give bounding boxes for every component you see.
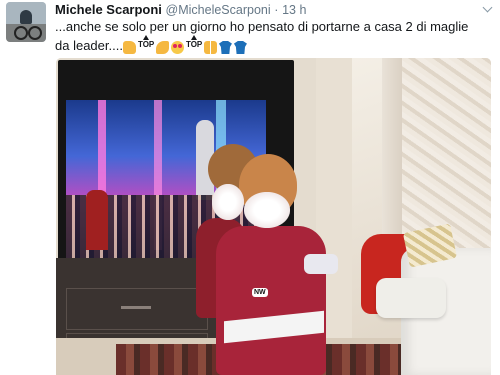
flexed-biceps-icon xyxy=(155,41,169,54)
tweet-header: Michele Scarponi @MicheleScarponi · 13 h xyxy=(55,2,306,18)
avatar-wheel xyxy=(14,26,28,40)
people-holding-hands-icon xyxy=(203,41,217,54)
avatar[interactable] xyxy=(6,2,46,42)
tv-presenter xyxy=(86,190,108,250)
thumbs-up-icon xyxy=(122,41,136,54)
face-blur xyxy=(244,192,290,228)
sofa-cushion xyxy=(376,278,446,318)
jersey-icon xyxy=(218,41,232,54)
stone-wall xyxy=(402,58,491,248)
avatar-wheel xyxy=(28,26,42,40)
emoji-row: TOP TOP xyxy=(122,35,247,54)
child-front xyxy=(216,226,326,375)
heart-eyes-icon xyxy=(170,41,184,54)
meta-separator: · xyxy=(274,3,279,17)
top-arrow-icon: TOP xyxy=(138,35,154,54)
tweet-text: ...anche se solo per un giorno ho pensat… xyxy=(55,18,475,54)
chevron-down-icon[interactable] xyxy=(482,2,493,13)
avatar-rider xyxy=(20,10,32,24)
author-name[interactable]: Michele Scarponi xyxy=(55,2,162,17)
jersey-icon xyxy=(233,41,247,54)
author-handle[interactable]: @MicheleScarponi xyxy=(166,3,271,17)
jersey-logo: NW xyxy=(252,288,268,297)
jersey-sleeve xyxy=(304,254,338,274)
cabinet-drawer xyxy=(66,288,208,330)
drawer-handle xyxy=(121,306,151,309)
tweet-photo[interactable]: NW xyxy=(56,58,491,375)
face-blur xyxy=(212,184,244,220)
tweet-body: ...anche se solo per un giorno ho pensat… xyxy=(55,19,469,53)
top-arrow-icon: TOP xyxy=(186,35,202,54)
tweet-timestamp[interactable]: 13 h xyxy=(282,3,306,17)
